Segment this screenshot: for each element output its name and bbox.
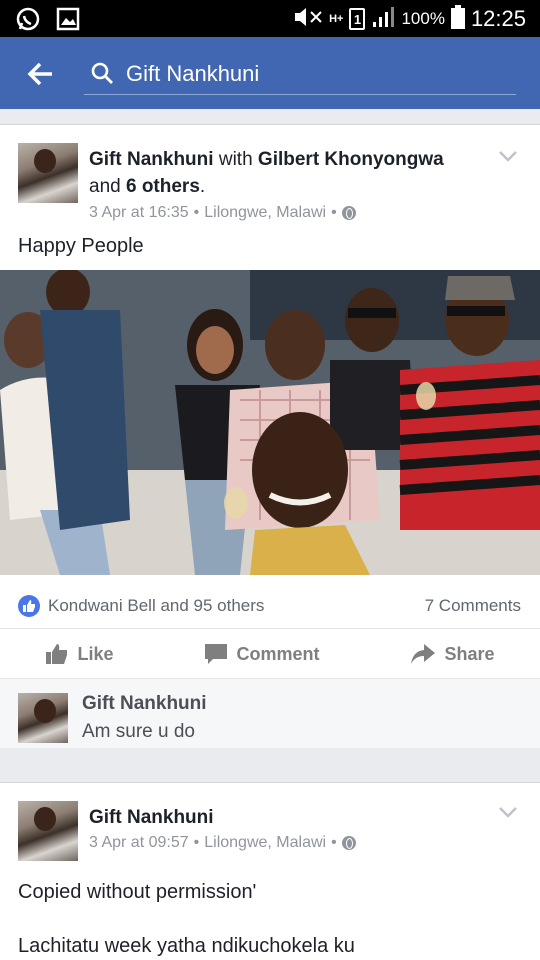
post-time[interactable]: 3 Apr at 16:35 xyxy=(89,204,189,222)
comment-label: Comment xyxy=(236,643,320,664)
post-location[interactable]: Lilongwe, Malawi xyxy=(204,834,326,852)
post-actions: Like Comment Share xyxy=(0,630,540,678)
post-time[interactable]: 3 Apr at 09:57 xyxy=(89,834,189,852)
chevron-down-icon[interactable] xyxy=(498,149,518,163)
chevron-down-icon[interactable] xyxy=(498,805,518,819)
search-app-bar: Gift Nankhuni xyxy=(0,37,540,109)
comments-count[interactable]: 7 Comments xyxy=(425,596,521,616)
search-icon xyxy=(90,61,114,85)
globe-icon xyxy=(341,836,356,850)
avatar[interactable] xyxy=(18,143,78,203)
like-button[interactable]: Like xyxy=(45,643,114,665)
sim-slot-indicator: 1 xyxy=(349,8,366,30)
reactions-row: Kondwani Bell and 95 others 7 Comments xyxy=(0,585,540,629)
post-text-line: Lachitatu week yatha ndikuchokela ku xyxy=(18,935,355,957)
tagged-name[interactable]: Gilbert Khonyongwa xyxy=(258,149,444,170)
with-word: with xyxy=(218,149,253,170)
thumbs-up-icon xyxy=(45,643,69,665)
clock: 12:25 xyxy=(470,6,526,31)
author-name[interactable]: Gift Nankhuni xyxy=(89,149,214,170)
gallery-icon xyxy=(54,5,82,33)
avatar[interactable] xyxy=(18,801,78,861)
search-query[interactable]: Gift Nankhuni xyxy=(126,61,259,87)
search-field[interactable]: Gift Nankhuni xyxy=(84,51,516,95)
comment-author[interactable]: Gift Nankhuni xyxy=(82,693,207,715)
share-arrow-icon xyxy=(410,643,436,665)
author-name[interactable]: Gift Nankhuni xyxy=(89,807,214,828)
share-button[interactable]: Share xyxy=(410,643,495,665)
back-arrow-icon[interactable] xyxy=(24,57,58,91)
post-location[interactable]: Lilongwe, Malawi xyxy=(204,204,326,222)
battery-icon xyxy=(450,4,465,34)
post-card: Gift Nankhuni with Gilbert Khonyongwa an… xyxy=(0,124,540,748)
like-reaction-icon xyxy=(18,595,40,617)
battery-percentage: 100% xyxy=(401,9,445,28)
top-comment[interactable]: Gift Nankhuni Am sure u do xyxy=(0,678,540,748)
like-label: Like xyxy=(77,643,114,664)
group-selfie-image xyxy=(0,270,540,575)
post-text: Happy People xyxy=(18,235,144,257)
mute-icon xyxy=(293,7,323,32)
post-card: Gift Nankhuni 3 Apr at 09:57 • Lilongwe,… xyxy=(0,782,540,960)
post-author-line: Gift Nankhuni with Gilbert Khonyongwa an… xyxy=(89,149,444,197)
post-text-line: Copied without permission' xyxy=(18,881,257,903)
whatsapp-icon xyxy=(14,5,42,33)
reactions-summary[interactable]: Kondwani Bell and 95 others xyxy=(48,596,264,616)
post-meta: 3 Apr at 09:57 • Lilongwe, Malawi • xyxy=(89,834,356,852)
and-word: and xyxy=(89,176,121,197)
network-type: H+ xyxy=(329,13,344,25)
post-author-line: Gift Nankhuni xyxy=(89,804,489,831)
globe-icon xyxy=(341,206,356,220)
share-label: Share xyxy=(444,643,495,664)
comment-icon xyxy=(204,643,228,665)
comment-text: Am sure u do xyxy=(82,721,195,742)
comment-button[interactable]: Comment xyxy=(204,643,320,665)
avatar[interactable] xyxy=(18,693,68,743)
signal-icon xyxy=(371,6,395,33)
status-bar: H+ 1 100% 12:25 xyxy=(0,0,540,37)
others-link[interactable]: 6 others xyxy=(126,176,200,197)
post-meta: 3 Apr at 16:35 • Lilongwe, Malawi • xyxy=(89,204,356,222)
post-photo[interactable] xyxy=(0,270,540,575)
